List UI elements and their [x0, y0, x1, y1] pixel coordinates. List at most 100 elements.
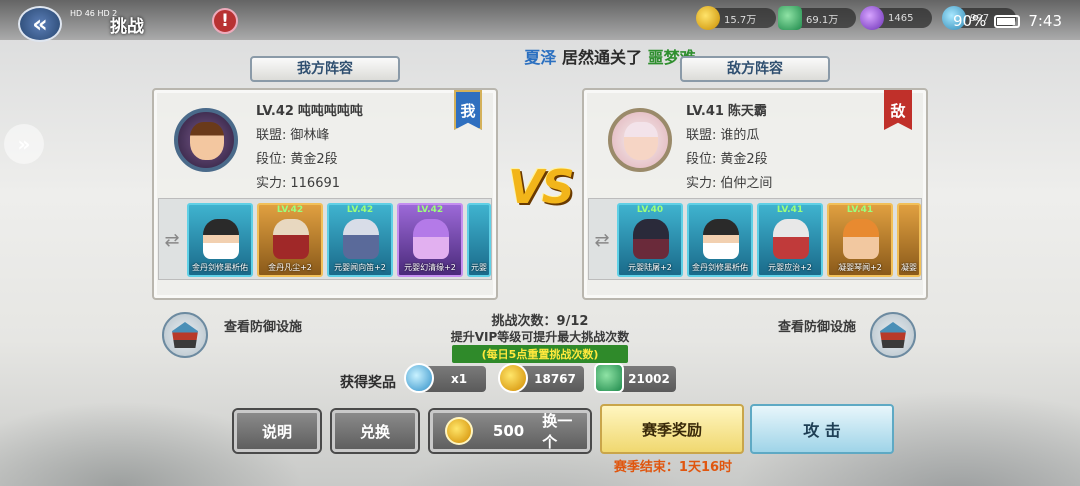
- purple-orb-icon: [860, 6, 884, 30]
- hero-level: LV.42: [416, 205, 444, 215]
- enemy-defense-button[interactable]: [870, 312, 916, 358]
- hero-card[interactable]: LV.42 元婴闻向笛+2: [327, 203, 393, 277]
- gold-coin-icon: [696, 6, 720, 30]
- hero-name: 金丹凡尘+2: [268, 263, 312, 272]
- my-avatar-face: [190, 122, 224, 160]
- screen-title: 挑战: [110, 17, 144, 37]
- my-power-label: 实力:: [256, 176, 287, 191]
- hero-card[interactable]: 元婴: [467, 203, 491, 277]
- my-power: 116691: [290, 176, 341, 191]
- vs-label: VS: [508, 160, 575, 214]
- announce-middle: 居然通关了: [561, 48, 642, 67]
- hero-card[interactable]: 金丹剑修墨析佑: [187, 203, 253, 277]
- hero-name: 元婴应治+2: [768, 263, 812, 272]
- my-alliance-label: 联盟:: [256, 128, 287, 143]
- refresh-opponent-button[interactable]: 500 换一个: [430, 410, 590, 452]
- gold-coin-icon: [445, 417, 473, 445]
- expand-side-menu-icon[interactable]: »: [4, 124, 44, 164]
- back-arrow-icon: «: [32, 10, 48, 38]
- help-button[interactable]: 说明: [234, 410, 320, 452]
- purple-currency[interactable]: 1465: [860, 6, 932, 30]
- alert-icon[interactable]: !: [212, 8, 238, 34]
- announce-player: 夏泽: [524, 48, 557, 67]
- hero-level: LV.41: [846, 205, 874, 215]
- hero-portrait: [703, 219, 739, 259]
- reset-tip: (每日5点重置挑战次数): [452, 345, 628, 363]
- hero-card[interactable]: 金丹剑修墨析佑: [687, 203, 753, 277]
- gold-currency[interactable]: 15.7万: [696, 6, 776, 30]
- hero-card[interactable]: 凝婴: [897, 203, 921, 277]
- tower-icon: [880, 322, 906, 348]
- hero-level: LV.40: [636, 205, 664, 215]
- enemy-team-panel: 敌 LV.41 陈天霸 联盟: 谁的瓜 段位: 黄金2段 实力: 伯仲之间 ⇄ LV.4…: [582, 88, 928, 300]
- my-info: LV.42 吨吨吨吨吨 联盟: 御林峰 段位: 黄金2段 实力: 116691: [256, 100, 363, 196]
- refresh-label: 换一个: [542, 412, 573, 451]
- season-reward-button[interactable]: 赛季奖励: [600, 404, 744, 454]
- my-avatar[interactable]: [174, 108, 238, 172]
- gem-icon: [404, 363, 434, 393]
- hero-card[interactable]: LV.42 元婴幻清缘+2: [397, 203, 463, 277]
- my-side-badge: 我: [454, 90, 482, 130]
- my-level: LV.42: [256, 104, 294, 119]
- hero-name: 金丹剑修墨析佑: [192, 263, 248, 272]
- enemy-avatar[interactable]: [608, 108, 672, 172]
- challenge-count: 挑战次数：9/12: [491, 314, 589, 329]
- enemy-alliance-label: 联盟:: [686, 128, 717, 143]
- system-status: 90% 7:43: [953, 12, 1062, 30]
- gold-amount: 15.7万: [724, 14, 757, 26]
- hero-portrait: [413, 219, 449, 259]
- hero-name: 元婴陆屠+2: [628, 263, 672, 272]
- hero-level: LV.41: [776, 205, 804, 215]
- hero-card[interactable]: LV.41 凝婴琴闻+2: [827, 203, 893, 277]
- my-team-tab: 我方阵容: [250, 56, 400, 82]
- swap-icon: ⇄: [594, 229, 610, 251]
- my-name: 吨吨吨吨吨: [297, 104, 363, 119]
- reward-jade[interactable]: 21002: [594, 363, 676, 393]
- vip-tip: 提升VIP等级可提升最大挑战次数: [450, 330, 630, 344]
- hero-card[interactable]: LV.42 金丹凡尘+2: [257, 203, 323, 277]
- season-end-countdown: 赛季结束：1天16时: [613, 460, 733, 475]
- hero-name: 凝婴: [901, 263, 917, 272]
- enemy-defense-label[interactable]: 查看防御设施: [778, 316, 856, 335]
- enemy-power-label: 实力:: [686, 176, 717, 191]
- enemy-rank: 黄金2段: [720, 152, 768, 167]
- reward-label: 获得奖品: [340, 375, 396, 391]
- enemy-avatar-face: [624, 122, 658, 160]
- hero-card[interactable]: LV.40 元婴陆屠+2: [617, 203, 683, 277]
- hero-name: 金丹剑修墨析佑: [692, 263, 748, 272]
- hero-level: LV.42: [346, 205, 374, 215]
- exchange-button[interactable]: 兑换: [332, 410, 418, 452]
- enemy-info: LV.41 陈天霸 联盟: 谁的瓜 段位: 黄金2段 实力: 伯仲之间: [686, 100, 772, 196]
- jade-icon: [594, 363, 624, 393]
- battery-icon: [994, 14, 1021, 28]
- hero-name: 元婴闻向笛+2: [334, 263, 386, 272]
- my-defense-button[interactable]: [162, 312, 208, 358]
- reward-jade-amount: 21002: [628, 372, 670, 386]
- jade-currency[interactable]: 69.1万: [778, 6, 856, 30]
- my-hero-lineup: ⇄ 金丹剑修墨析佑 LV.42 金丹凡尘+2 LV.42 元婴闻向笛+2 LV.…: [158, 198, 492, 280]
- enemy-side-badge: 敌: [884, 90, 912, 130]
- reward-gold[interactable]: 18767: [498, 363, 584, 393]
- my-defense-label[interactable]: 查看防御设施: [224, 316, 302, 335]
- hero-portrait: [343, 219, 379, 259]
- tower-icon: [172, 322, 198, 348]
- reward-gold-amount: 18767: [534, 372, 576, 386]
- swap-icon[interactable]: ⇄: [161, 203, 183, 277]
- hero-name: 凝婴琴闻+2: [838, 263, 882, 272]
- hero-portrait: [203, 219, 239, 259]
- hero-portrait: [273, 219, 309, 259]
- enemy-rank-label: 段位:: [686, 152, 717, 167]
- jade-amount: 69.1万: [806, 14, 839, 26]
- hero-level: LV.42: [276, 205, 304, 215]
- hero-card[interactable]: LV.41 元婴应治+2: [757, 203, 823, 277]
- attack-button[interactable]: 攻 击: [750, 404, 894, 454]
- gold-coin-icon: [498, 363, 528, 393]
- hero-name: 元婴幻清缘+2: [404, 263, 456, 272]
- hero-name: 元婴: [471, 263, 487, 272]
- enemy-power: 伯仲之间: [720, 176, 773, 191]
- back-button[interactable]: «: [18, 6, 62, 42]
- my-rank-label: 段位:: [256, 152, 287, 167]
- reward-gem[interactable]: x1: [404, 363, 486, 393]
- reward-gem-amount: x1: [450, 372, 468, 386]
- enemy-alliance: 谁的瓜: [720, 128, 760, 143]
